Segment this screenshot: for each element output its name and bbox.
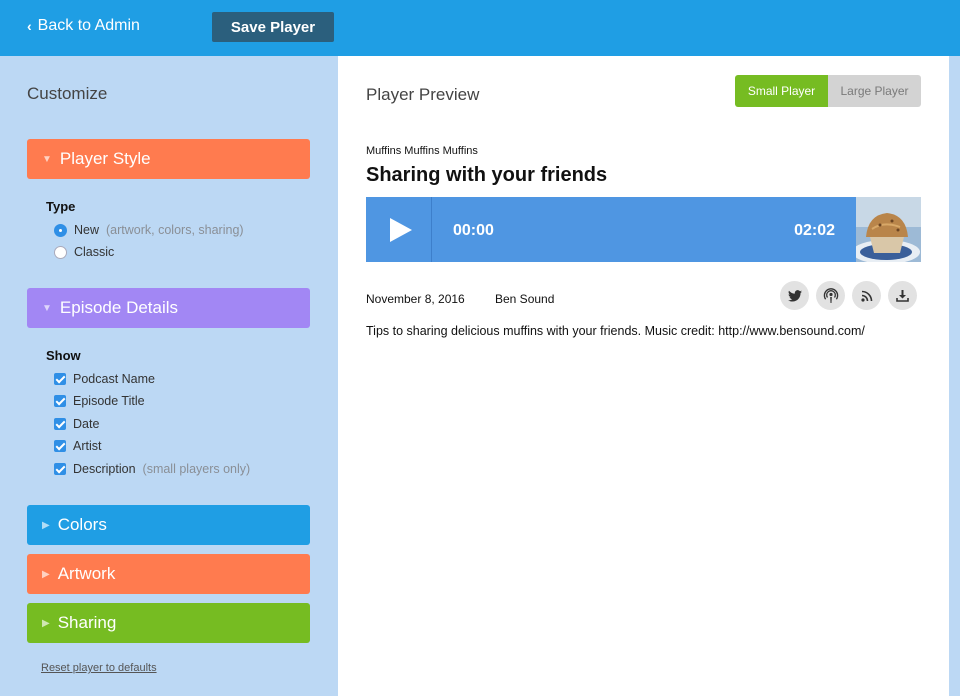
- total-time: 02:02: [794, 222, 835, 239]
- reset-defaults-link[interactable]: Reset player to defaults: [41, 662, 157, 674]
- section-sharing[interactable]: ▶ Sharing: [27, 603, 310, 643]
- checkbox-checked-icon[interactable]: [54, 418, 66, 430]
- option-label: Description: [73, 462, 136, 476]
- type-option-new[interactable]: New (artwork, colors, sharing): [54, 223, 244, 237]
- rss-icon[interactable]: [852, 281, 881, 310]
- option-label: Artist: [73, 439, 102, 453]
- triangle-right-icon: ▶: [42, 617, 50, 629]
- option-label: Date: [73, 417, 100, 431]
- show-option-episode-title[interactable]: Episode Title: [54, 394, 145, 408]
- play-button[interactable]: [366, 197, 432, 262]
- section-artwork[interactable]: ▶ Artwork: [27, 554, 310, 594]
- back-to-admin-label: Back to Admin: [37, 17, 140, 34]
- section-label: Episode Details: [59, 298, 179, 317]
- podcast-name: Muffins Muffins Muffins: [366, 145, 478, 157]
- player-size-toggle: Small Player Large Player: [735, 75, 921, 107]
- episode-artist: Ben Sound: [495, 292, 555, 306]
- save-player-button[interactable]: Save Player: [212, 12, 334, 42]
- section-player-style[interactable]: ▼ Player Style: [27, 139, 310, 179]
- episode-artwork: [856, 197, 921, 262]
- download-icon[interactable]: [888, 281, 917, 310]
- checkbox-checked-icon[interactable]: [54, 440, 66, 452]
- podcast-icon[interactable]: [816, 281, 845, 310]
- radio-unselected-icon[interactable]: [54, 245, 67, 259]
- play-icon: [389, 217, 412, 242]
- section-label: Player Style: [59, 149, 151, 168]
- type-option-classic[interactable]: Classic: [54, 245, 114, 259]
- option-label: Episode Title: [73, 394, 145, 408]
- player-preview-panel: Player Preview Small Player Large Player…: [338, 56, 949, 696]
- episode-date: November 8, 2016: [366, 292, 465, 306]
- section-colors[interactable]: ▶ Colors: [27, 505, 310, 545]
- current-time: 00:00: [453, 222, 494, 239]
- checkbox-checked-icon[interactable]: [54, 373, 66, 385]
- option-label: Classic: [74, 245, 115, 259]
- right-edge-strip: [949, 56, 960, 696]
- small-player-button[interactable]: Small Player: [735, 75, 828, 107]
- type-group-label: Type: [46, 199, 76, 214]
- radio-selected-icon[interactable]: [54, 223, 67, 237]
- triangle-right-icon: ▶: [42, 568, 50, 580]
- preview-title: Player Preview: [366, 85, 480, 104]
- option-hint: (artwork, colors, sharing): [106, 223, 244, 237]
- episode-description: Tips to sharing delicious muffins with y…: [366, 324, 865, 338]
- checkbox-checked-icon[interactable]: [54, 463, 66, 475]
- triangle-down-icon: ▼: [42, 153, 52, 165]
- share-icons: [780, 281, 917, 310]
- section-label: Colors: [57, 515, 107, 534]
- twitter-icon[interactable]: [780, 281, 809, 310]
- option-label: Podcast Name: [73, 372, 155, 386]
- option-label: New: [74, 223, 100, 237]
- checkbox-checked-icon[interactable]: [54, 395, 66, 407]
- triangle-down-icon: ▼: [42, 302, 52, 314]
- section-label: Artwork: [57, 564, 116, 583]
- episode-title: Sharing with your friends: [366, 164, 608, 186]
- show-group-label: Show: [46, 348, 81, 363]
- sidebar-title: Customize: [27, 84, 108, 103]
- section-episode-details[interactable]: ▼ Episode Details: [27, 288, 310, 328]
- back-to-admin-link[interactable]: ‹ Back to Admin: [27, 17, 140, 35]
- option-hint: (small players only): [142, 462, 251, 476]
- show-option-description[interactable]: Description (small players only): [54, 462, 250, 476]
- top-bar: ‹ Back to Admin Save Player: [0, 0, 960, 56]
- customize-sidebar: Customize ▼ Player Style Type New (artwo…: [0, 56, 338, 696]
- show-option-artist[interactable]: Artist: [54, 439, 101, 453]
- show-option-podcast-name[interactable]: Podcast Name: [54, 372, 155, 386]
- chevron-left-icon: ‹: [27, 18, 32, 34]
- muffin-artwork-image: [856, 197, 921, 262]
- section-label: Sharing: [57, 613, 117, 632]
- large-player-button[interactable]: Large Player: [828, 75, 921, 107]
- audio-player: 00:00 02:02: [366, 197, 921, 262]
- show-option-date[interactable]: Date: [54, 417, 99, 431]
- triangle-right-icon: ▶: [42, 519, 50, 531]
